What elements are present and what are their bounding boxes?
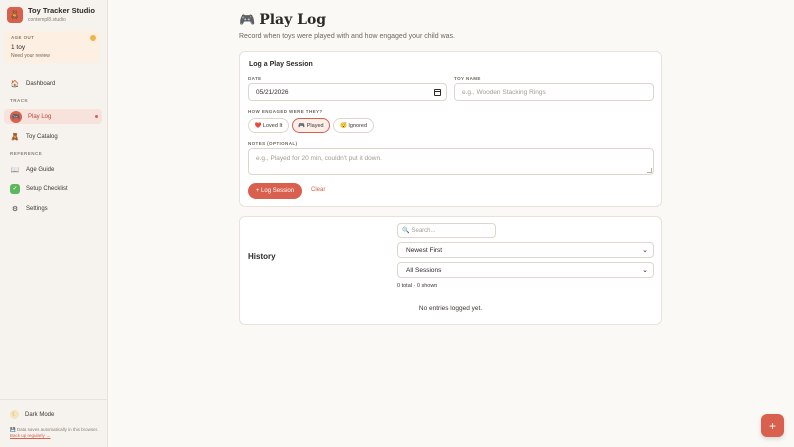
history-card: History 🔍 Search... Newest First ⌄ All S… — [239, 216, 662, 325]
backup-link[interactable]: Back up regularly → — [10, 433, 51, 438]
sidebar-item-play-log[interactable]: 🎮 Play Log — [4, 109, 102, 124]
chevron-down-icon: ⌄ — [642, 267, 648, 274]
sidebar-item-label: Age Guide — [26, 166, 55, 173]
dark-mode-toggle[interactable]: ☾ Dark Mode — [10, 410, 54, 419]
chip-played[interactable]: 🎮 Played — [292, 118, 330, 133]
log-session-button[interactable]: + Log Session — [248, 183, 302, 199]
book-icon: 📖 — [10, 166, 20, 174]
brand-subtitle: contempl8.studio — [28, 16, 66, 23]
search-placeholder: Search... — [411, 227, 436, 234]
autosave-note: 💾 Data saves automatically in this brows… — [10, 427, 100, 440]
filter-value: All Sessions — [406, 266, 442, 274]
sort-select[interactable]: Newest First ⌄ — [397, 242, 654, 258]
date-input[interactable]: 05/21/2026 — [248, 83, 447, 101]
gamepad-icon: 🎮 — [239, 12, 256, 28]
gear-icon: ⚙ — [11, 205, 19, 213]
brand-title: Toy Tracker Studio — [28, 6, 95, 16]
page-title: 🎮 Play Log — [239, 12, 326, 28]
filter-select[interactable]: All Sessions ⌄ — [397, 262, 654, 278]
sidebar-item-label: Setup Checklist — [26, 185, 68, 192]
sidebar: 🧸 Toy Tracker Studio contempl8.studio AG… — [0, 0, 108, 447]
chip-loved-it[interactable]: ❤️ Loved It — [248, 118, 289, 133]
log-session-card: Log a Play Session DATE 05/21/2026 TOY N… — [239, 51, 662, 207]
sidebar-item-age-guide[interactable]: 📖 Age Guide — [4, 162, 102, 177]
active-indicator — [95, 115, 98, 118]
empty-state: No entries logged yet. — [418, 305, 483, 312]
sidebar-divider — [0, 399, 107, 400]
section-label-reference: REFERENCE — [10, 151, 43, 156]
notes-label: NOTES (OPTIONAL) — [248, 141, 298, 146]
age-out-note: Need your review — [11, 53, 50, 59]
sidebar-item-setup-checklist[interactable]: ✓ Setup Checklist — [4, 181, 102, 196]
dark-mode-label: Dark Mode — [25, 411, 55, 418]
brand[interactable]: 🧸 Toy Tracker Studio contempl8.studio — [7, 7, 95, 23]
chevron-down-icon: ⌄ — [642, 247, 648, 254]
page-subtitle: Record when toys were played with and ho… — [239, 33, 455, 40]
sidebar-item-settings[interactable]: ⚙ Settings — [4, 201, 102, 216]
section-label-track: TRACK — [10, 98, 29, 103]
chip-ignored[interactable]: 😴 Ignored — [333, 118, 374, 133]
toy-name-input[interactable]: e.g., Wooden Stacking Rings — [454, 83, 654, 101]
checkbox-icon: ✓ — [10, 183, 20, 194]
sidebar-item-toy-catalog[interactable]: 🧸 Toy Catalog — [4, 129, 102, 144]
sidebar-item-label: Play Log — [28, 113, 52, 120]
teddy-bear-icon: 🧸 — [7, 7, 23, 23]
toy-name-label: TOY NAME — [454, 76, 481, 81]
calendar-icon[interactable] — [434, 89, 441, 96]
notes-placeholder: e.g., Played for 20 min, couldn't put it… — [256, 155, 382, 162]
age-out-label: AGE OUT — [11, 35, 35, 40]
page-title-text: Play Log — [259, 12, 327, 28]
age-out-count: 1 toy — [11, 44, 26, 51]
history-title: History — [248, 252, 276, 261]
entries-count: 0 total · 0 shown — [397, 283, 438, 289]
autosave-text: 💾 Data saves automatically in this brows… — [10, 427, 99, 432]
search-icon: 🔍 — [402, 228, 410, 234]
notes-input[interactable]: e.g., Played for 20 min, couldn't put it… — [248, 148, 654, 175]
toy-icon: 🧸 — [10, 133, 20, 141]
search-input[interactable]: 🔍 Search... — [397, 223, 496, 238]
home-icon: 🏠 — [10, 80, 20, 88]
age-out-card[interactable]: AGE OUT 1 toy Need your review — [4, 31, 100, 63]
sort-value: Newest First — [406, 246, 443, 254]
engagement-label: HOW ENGAGED WERE THEY? — [248, 109, 323, 114]
card-heading: Log a Play Session — [249, 61, 313, 68]
sidebar-item-label: Toy Catalog — [26, 133, 58, 140]
sidebar-item-label: Settings — [26, 205, 48, 212]
date-label: DATE — [248, 76, 262, 81]
add-fab-button[interactable]: + — [761, 414, 784, 437]
sidebar-item-label: Dashboard — [26, 80, 56, 87]
clear-button[interactable]: Clear — [311, 187, 325, 193]
date-value: 05/21/2026 — [256, 88, 289, 96]
resize-handle[interactable] — [647, 168, 652, 173]
sidebar-item-dashboard[interactable]: 🏠 Dashboard — [4, 76, 102, 91]
alert-dot — [90, 35, 96, 41]
gamepad-icon: 🎮 — [10, 110, 22, 123]
moon-icon: ☾ — [10, 410, 19, 419]
